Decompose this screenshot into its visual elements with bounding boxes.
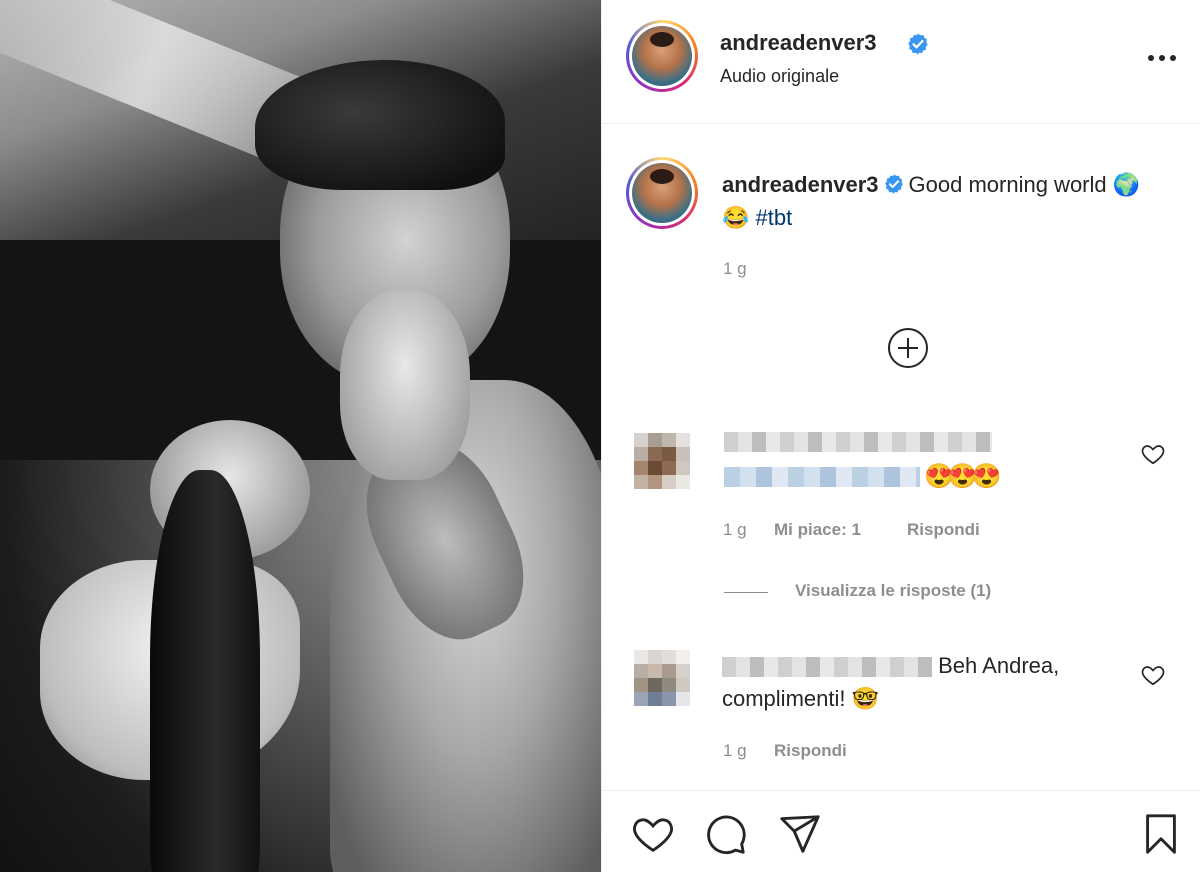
post-side-panel: andreadenver3 Audio originale andreadenv… xyxy=(601,0,1200,872)
comment-emoji: 🤓 xyxy=(851,686,880,711)
media-hand xyxy=(340,290,470,480)
verified-badge-icon xyxy=(906,32,930,61)
header-divider xyxy=(602,123,1200,124)
comment-heart-icon[interactable] xyxy=(1140,441,1166,467)
comment-text: 😍😍😍 xyxy=(724,462,1002,491)
actions-divider xyxy=(602,790,1200,791)
post-media[interactable] xyxy=(0,0,601,872)
comment-likes-count[interactable]: Mi piace: 1 xyxy=(774,520,861,540)
author-avatar[interactable] xyxy=(626,20,698,92)
commenter-username-blurred[interactable] xyxy=(724,432,992,452)
audio-label[interactable]: Audio originale xyxy=(720,66,839,87)
caption-timestamp[interactable]: 1 g xyxy=(723,259,747,279)
caption-author-avatar[interactable] xyxy=(626,157,698,229)
blurred-text xyxy=(724,466,920,487)
commenter-avatar[interactable] xyxy=(634,433,690,489)
comment-reply-button[interactable]: Rispondi xyxy=(907,520,980,540)
more-options-icon[interactable] xyxy=(1148,48,1182,68)
view-replies-button[interactable]: Visualizza le risposte (1) xyxy=(795,581,991,601)
verified-badge-icon xyxy=(883,171,905,194)
comment-timestamp[interactable]: 1 g xyxy=(723,520,747,540)
share-icon[interactable] xyxy=(776,811,822,857)
author-username[interactable]: andreadenver3 xyxy=(720,30,877,56)
media-arm xyxy=(150,470,260,872)
caption-username[interactable]: andreadenver3 xyxy=(722,172,879,197)
post-caption: andreadenver3 Good morning world 🌍😂 #tbt xyxy=(722,168,1142,234)
comment-timestamp[interactable]: 1 g xyxy=(723,741,747,761)
comment-text: Beh Andrea, complimenti! 🤓 xyxy=(722,649,1142,715)
caption-hashtag[interactable]: #tbt xyxy=(756,205,793,230)
comment-emoji: 😍😍😍 xyxy=(924,463,1002,490)
commenter-avatar[interactable] xyxy=(634,650,690,706)
commenter-username-blurred[interactable] xyxy=(722,657,932,678)
load-more-comments-icon[interactable] xyxy=(887,327,929,369)
caption-text: Good morning world xyxy=(908,172,1107,197)
heart-icon[interactable] xyxy=(630,811,676,857)
media-hair xyxy=(255,60,505,190)
replies-divider xyxy=(724,592,768,593)
comment-heart-icon[interactable] xyxy=(1140,662,1166,688)
comment-icon[interactable] xyxy=(702,811,748,857)
blurred-text xyxy=(724,432,992,452)
comment-reply-button[interactable]: Rispondi xyxy=(774,741,847,761)
bookmark-icon[interactable] xyxy=(1138,811,1184,857)
